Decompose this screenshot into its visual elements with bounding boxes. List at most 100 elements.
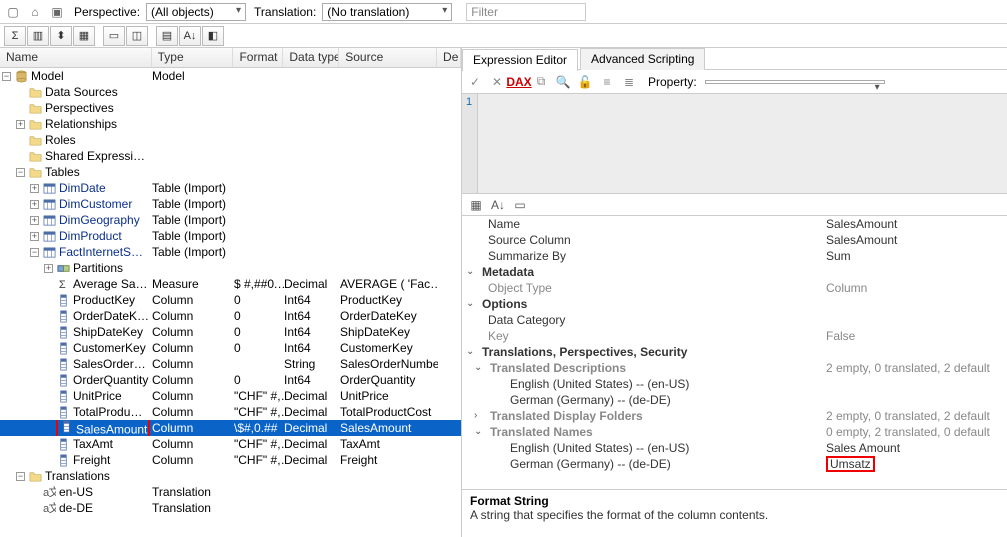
expander-icon[interactable] [16,472,25,481]
open-icon[interactable]: ⌂ [26,3,44,21]
prop-row-translated-folders[interactable]: ›Translated Display Folders2 empty, 0 tr… [462,408,1007,424]
expander-icon[interactable] [16,168,25,177]
tree-row-roles[interactable]: Roles [0,132,461,148]
tree-row-translations[interactable]: Translations [0,468,461,484]
alphabetical-icon[interactable]: A↓ [488,196,508,214]
tree-row-sharedexpr[interactable]: Shared Expressi… [0,148,461,164]
header-name[interactable]: Name [0,48,152,67]
sigma-button[interactable]: Σ [4,26,26,46]
tree-row-dimcustomer[interactable]: DimCustomerTable (Import) [0,196,461,212]
categorized-icon[interactable]: ▦ [466,196,486,214]
tree-view[interactable]: Model Model Data Sources Perspectives Re… [0,68,461,537]
column-icon [59,420,73,434]
prop-row-translated-descriptions[interactable]: ⌄Translated Descriptions2 empty, 0 trans… [462,360,1007,376]
prop-cat-options[interactable]: ⌄Options [462,296,1007,312]
tree-row-dimdate[interactable]: DimDateTable (Import) [0,180,461,196]
expander-icon[interactable] [44,264,53,273]
prop-row-name: NameSalesAmount [462,216,1007,232]
tab-advanced-scripting[interactable]: Advanced Scripting [580,48,705,70]
grid-button[interactable]: ▤ [156,26,178,46]
expander-icon[interactable] [30,248,39,257]
tree-row-orderdatekey[interactable]: OrderDateK…Column0Int64OrderDateKey [0,308,461,324]
translation-combo[interactable]: (No translation) [322,3,452,21]
prop-row-key: KeyFalse [462,328,1007,344]
layout-button[interactable]: ◫ [126,26,148,46]
tree-row-totalprod[interactable]: TotalProdu…Column"CHF" #,…DecimalTotalPr… [0,404,461,420]
column-icon [56,293,70,307]
cancel-icon[interactable]: ✕ [488,73,506,91]
desc-body: A string that specifies the format of th… [470,508,999,522]
tree-row-salesamount[interactable]: SalesAmountColumn\$#,0.##DecimalSalesAmo… [0,420,461,436]
expander-icon[interactable] [16,120,25,129]
tree-row-relationships[interactable]: Relationships [0,116,461,132]
expression-editor-textarea[interactable]: 1 [462,94,1007,194]
highlight-selected-column: SalesAmount [56,420,150,436]
table-icon [42,245,56,259]
folder-icon [28,117,42,131]
prop-row-td-en: English (United States) -- (en-US) [462,376,1007,392]
header-source[interactable]: Source [339,48,437,67]
tree-row-dimproduct[interactable]: DimProductTable (Import) [0,228,461,244]
tree-row-avg-sales[interactable]: Average Sa…Measure$ #,##0.…DecimalAVERAG… [0,276,461,292]
tree-row-taxamt[interactable]: TaxAmtColumn"CHF" #,…DecimalTaxAmt [0,436,461,452]
unlock-icon[interactable]: 🔓 [576,73,594,91]
header-type[interactable]: Type [152,48,234,67]
expression-toolbar: ✓ ✕ DAX ⧉ 🔍 🔓 ≡ ≣ Property: [462,70,1007,94]
dax-button[interactable]: DAX [510,73,528,91]
tree-row-perspectives[interactable]: Perspectives [0,100,461,116]
folder-button[interactable]: ▭ [103,26,125,46]
property-pages-icon[interactable]: ▭ [510,196,530,214]
package-button[interactable]: ▦ [73,26,95,46]
accept-icon[interactable]: ✓ [466,73,484,91]
prop-cat-tps[interactable]: ⌄Translations, Perspectives, Security [462,344,1007,360]
save-icon[interactable]: ▣ [48,3,66,21]
tree-row-freight[interactable]: FreightColumn"CHF" #,…DecimalFreight [0,452,461,468]
tree-row-datasources[interactable]: Data Sources [0,84,461,100]
new-icon[interactable]: ▢ [4,3,22,21]
header-format[interactable]: Format [233,48,283,67]
tab-expression-editor[interactable]: Expression Editor [462,49,578,71]
search-icon[interactable]: 🔍 [554,73,572,91]
tree-row-salesorder[interactable]: SalesOrder…ColumnStringSalesOrderNumber [0,356,461,372]
expander-icon[interactable] [2,72,11,81]
property-combo[interactable] [705,80,885,84]
expander-icon[interactable] [30,184,39,193]
desc-title: Format String [470,494,999,508]
expander-icon[interactable] [30,216,39,225]
tree-row-tables[interactable]: Tables [0,164,461,180]
tree-row-shipdatekey[interactable]: ShipDateKeyColumn0Int64ShipDateKey [0,324,461,340]
sort-button[interactable]: A↓ [179,26,201,46]
column-icon [56,453,70,467]
tree-row-de-de[interactable]: de-DETranslation [0,500,461,516]
prop-row-tn-en: English (United States) -- (en-US)Sales … [462,440,1007,456]
tree-row-dimgeography[interactable]: DimGeographyTable (Import) [0,212,461,228]
tree-row-customerkey[interactable]: CustomerKeyColumn0Int64CustomerKey [0,340,461,356]
header-desc[interactable]: De… [437,48,461,67]
folder-icon [28,85,42,99]
header-datatype[interactable]: Data type [283,48,339,67]
indent-icon[interactable]: ≡ [598,73,616,91]
hierarchy-button[interactable]: ⬍ [50,26,72,46]
table-icon [42,181,56,195]
perspective-combo[interactable]: (All objects) [146,3,246,21]
prop-row-translated-names[interactable]: ⌄Translated Names0 empty, 2 translated, … [462,424,1007,440]
property-grid[interactable]: NameSalesAmount Source ColumnSalesAmount… [462,216,1007,489]
copy-icon[interactable]: ⧉ [532,73,550,91]
tree-row-unitprice[interactable]: UnitPriceColumn"CHF" #,…DecimalUnitPrice [0,388,461,404]
model-icon [14,69,28,83]
expander-icon[interactable] [30,200,39,209]
tree-button[interactable]: ◧ [202,26,224,46]
prop-cat-metadata[interactable]: ⌄Metadata [462,264,1007,280]
table-icon [42,197,56,211]
tree-row-orderqty[interactable]: OrderQuantityColumn0Int64OrderQuantity [0,372,461,388]
tree-row-model[interactable]: Model Model [0,68,461,84]
folder-icon [28,149,42,163]
filter-input[interactable]: Filter [466,3,586,21]
tree-row-factinternet[interactable]: FactInternetS…Table (Import) [0,244,461,260]
tree-row-productkey[interactable]: ProductKeyColumn0Int64ProductKey [0,292,461,308]
tree-row-en-us[interactable]: en-USTranslation [0,484,461,500]
outdent-icon[interactable]: ≣ [620,73,638,91]
expander-icon[interactable] [30,232,39,241]
tree-row-partitions[interactable]: Partitions [0,260,461,276]
column-button[interactable]: ▥ [27,26,49,46]
